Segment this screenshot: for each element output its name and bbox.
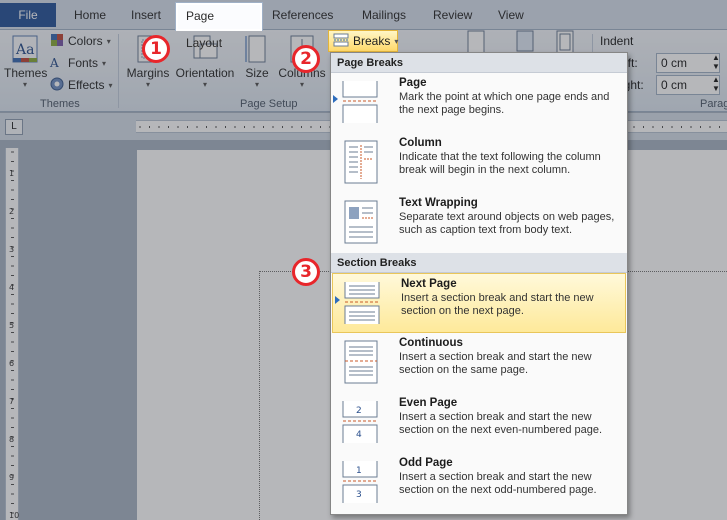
callout-badge-2: 2 — [292, 45, 320, 73]
even-page-number: 2 — [356, 406, 362, 416]
menu-item-title: Page — [399, 77, 427, 89]
menu-item-description: Mark the point at which one page ends an… — [399, 91, 610, 116]
column-break-icon — [341, 139, 381, 185]
pointer-icon — [335, 296, 340, 304]
breaks-label: Breaks — [353, 34, 391, 48]
callout-badge-3: 3 — [292, 258, 320, 286]
page-breaks-header: Page Breaks — [331, 53, 627, 73]
even-page-number: 4 — [356, 430, 362, 440]
menu-item-title: Continuous — [399, 337, 463, 349]
odd-page-icon: 13 — [341, 459, 381, 505]
section-breaks-header: Section Breaks — [331, 253, 627, 273]
menu-item-title: Column — [399, 137, 442, 149]
menu-item-description: Insert a section break and start the new… — [401, 292, 594, 317]
menu-item-column-break[interactable]: Column Indicate that the text following … — [331, 133, 627, 193]
page-break-icon — [341, 79, 381, 125]
menu-item-title: Odd Page — [399, 457, 453, 469]
even-page-icon: 24 — [341, 399, 381, 445]
odd-page-number: 3 — [356, 490, 362, 500]
menu-item-description: Insert a section break and start the new… — [399, 351, 592, 376]
breaks-dropdown-icon: ▾ — [394, 36, 399, 46]
menu-item-page-break[interactable]: Page Mark the point at which one page en… — [331, 73, 627, 133]
text-wrapping-icon — [341, 199, 381, 245]
breaks-menu: Page Breaks Page Mark the point at which… — [330, 52, 628, 515]
pointer-icon — [333, 95, 338, 103]
breaks-button[interactable]: Breaks ▾ — [328, 30, 398, 52]
tab-page-layout[interactable]: Page Layout — [175, 2, 263, 50]
menu-item-description: Separate text around objects on web page… — [399, 211, 615, 236]
menu-item-title: Text Wrapping — [399, 197, 478, 209]
next-page-icon — [343, 280, 383, 326]
menu-item-description: Insert a section break and start the new… — [399, 471, 597, 496]
menu-item-continuous[interactable]: Continuous Insert a section break and st… — [331, 333, 627, 393]
menu-item-text-wrapping[interactable]: Text Wrapping Separate text around objec… — [331, 193, 627, 253]
menu-item-description: Indicate that the text following the col… — [399, 151, 601, 176]
odd-page-number: 1 — [356, 466, 362, 476]
callout-badge-1: 1 — [142, 35, 170, 63]
menu-item-even-page[interactable]: 24 Even Page Insert a section break and … — [331, 393, 627, 453]
menu-item-title: Next Page — [401, 278, 457, 290]
continuous-icon — [341, 339, 381, 385]
menu-item-odd-page[interactable]: 13 Odd Page Insert a section break and s… — [331, 453, 627, 513]
menu-item-title: Even Page — [399, 397, 458, 409]
menu-item-description: Insert a section break and start the new… — [399, 411, 603, 436]
menu-item-next-page[interactable]: Next Page Insert a section break and sta… — [332, 273, 626, 333]
breaks-icon — [333, 33, 349, 50]
